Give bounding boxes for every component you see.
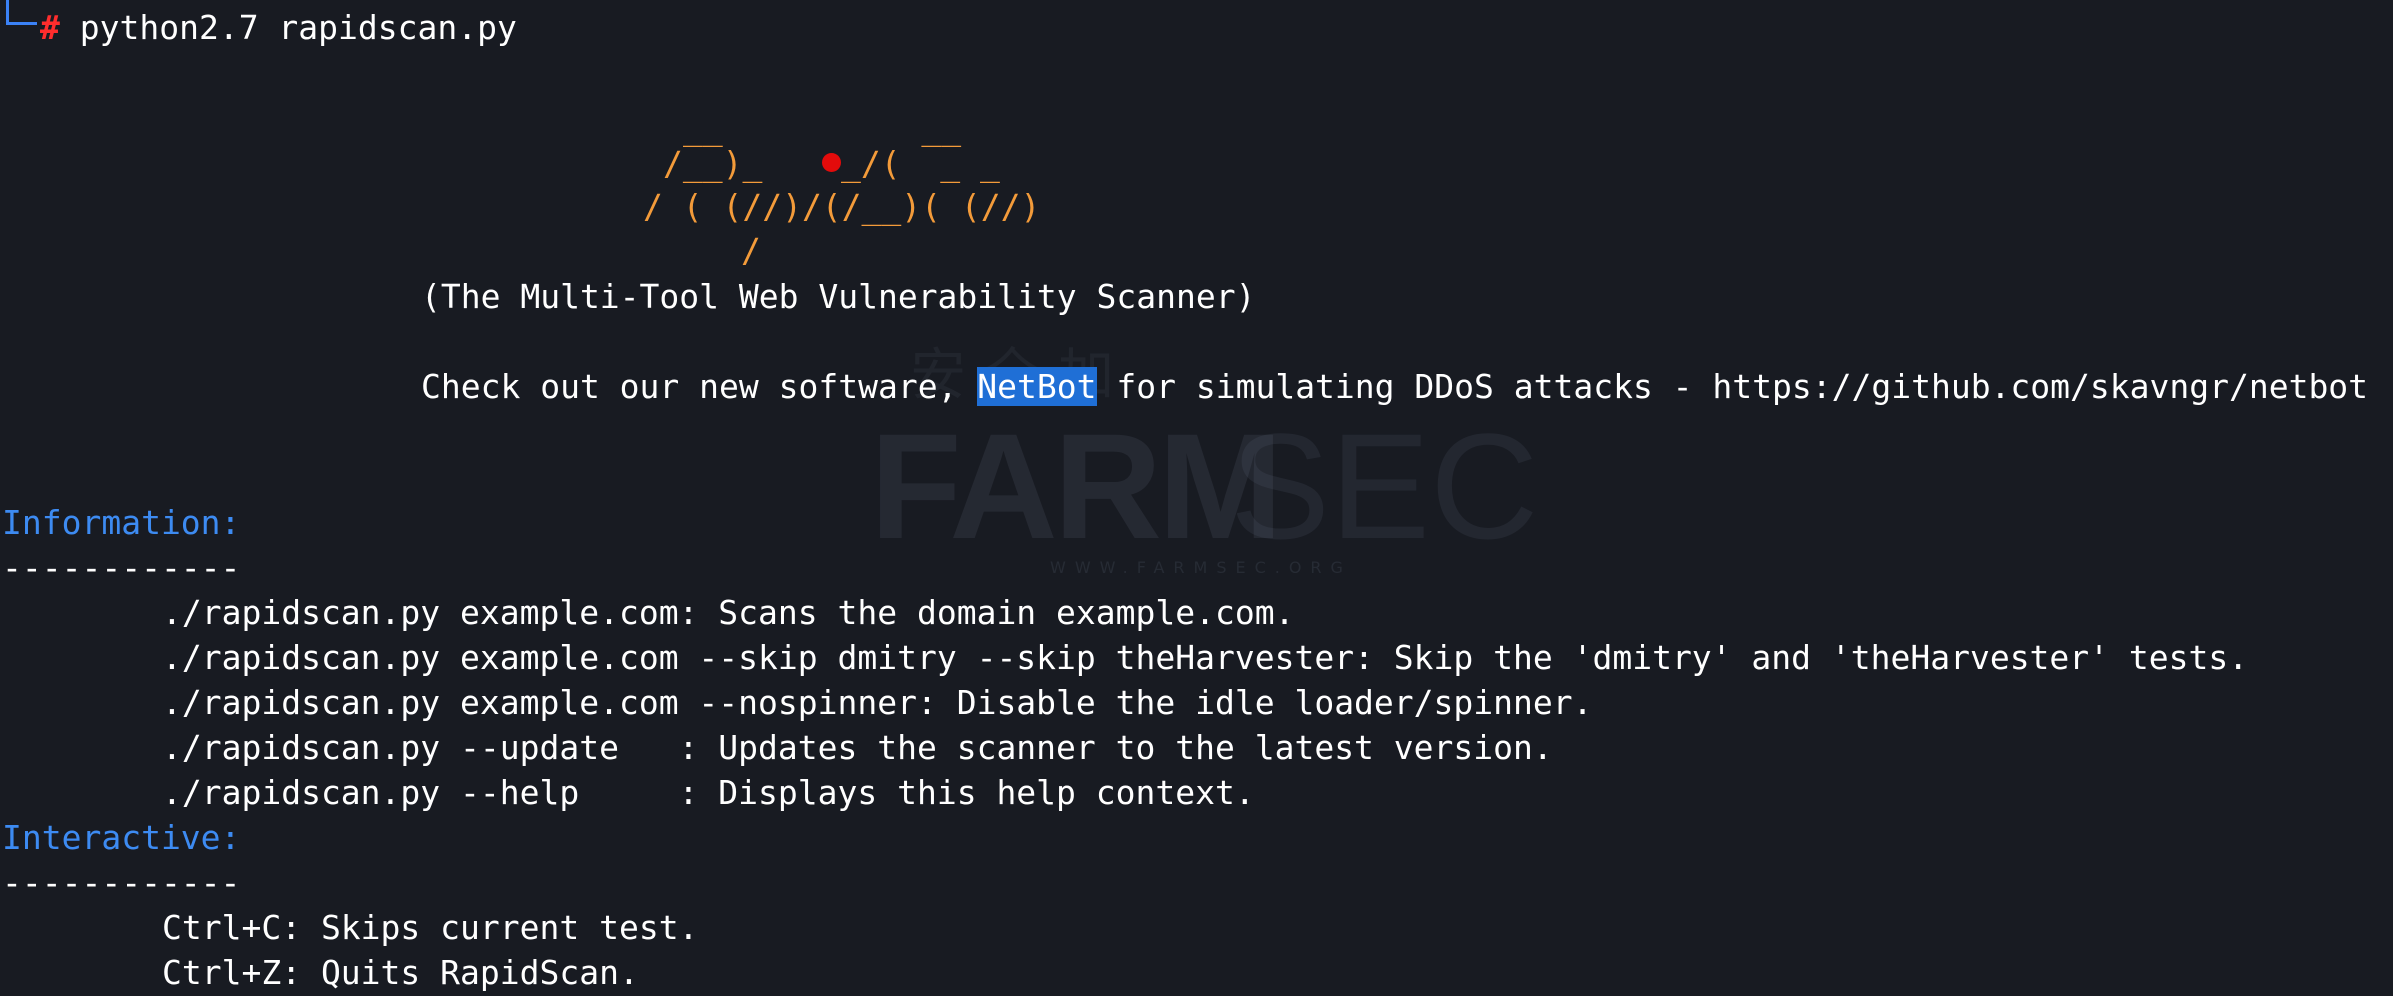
info-line: ./rapidscan.py --update : Updates the sc…	[162, 728, 1553, 767]
interactive-line: Ctrl+Z: Quits RapidScan.	[162, 953, 639, 992]
interactive-heading: Interactive:	[2, 818, 241, 857]
prompt-command: python2.7 rapidscan.py	[79, 8, 517, 47]
banner-art-line-2: /__)_ _/( _ _	[663, 141, 1000, 186]
information-heading: Information:	[2, 503, 241, 542]
banner-tagline: (The Multi-Tool Web Vulnerability Scanne…	[421, 277, 1256, 316]
info-line: ./rapidscan.py --help : Displays this he…	[162, 773, 1255, 812]
watermark-url-text: WWW.FARMSEC.ORG	[1050, 558, 1352, 577]
watermark-farm-text: FARM	[870, 402, 1283, 570]
red-dot-icon	[821, 153, 841, 172]
promo-text-before: Check out our new software,	[421, 367, 978, 406]
prompt-line: # python2.7 rapidscan.py	[40, 5, 517, 50]
banner-art-line-2b: _/( _ _	[840, 144, 1000, 183]
info-line: ./rapidscan.py example.com --nospinner: …	[162, 683, 1593, 722]
banner-art-line-4: /	[741, 231, 761, 270]
prompt-hash: #	[40, 8, 60, 47]
promo-line: Check out our new software, NetBot for s…	[421, 364, 2368, 409]
banner-art-line-2a: /__)_	[663, 144, 822, 183]
selected-netbot-text[interactable]: NetBot	[977, 367, 1097, 406]
interactive-rule: ------------	[2, 863, 241, 902]
terminal-window[interactable]: 安全加 FARM SEC WWW.FARMSEC.ORG # python2.7…	[0, 0, 2393, 996]
interactive-line: Ctrl+C: Skips current test.	[162, 908, 699, 947]
info-line: ./rapidscan.py example.com --skip dmitry…	[162, 638, 2249, 677]
information-rule: ------------	[2, 548, 241, 587]
info-line: ./rapidscan.py example.com: Scans the do…	[162, 593, 1295, 632]
banner-art-line-3: / ( (//)/(/__)( (//)	[643, 187, 1041, 226]
prompt-corner-glyph	[6, 0, 37, 25]
watermark-sec-text: SEC	[1230, 402, 1539, 570]
promo-text-after: for simulating DDoS attacks - https://gi…	[1096, 367, 2369, 406]
